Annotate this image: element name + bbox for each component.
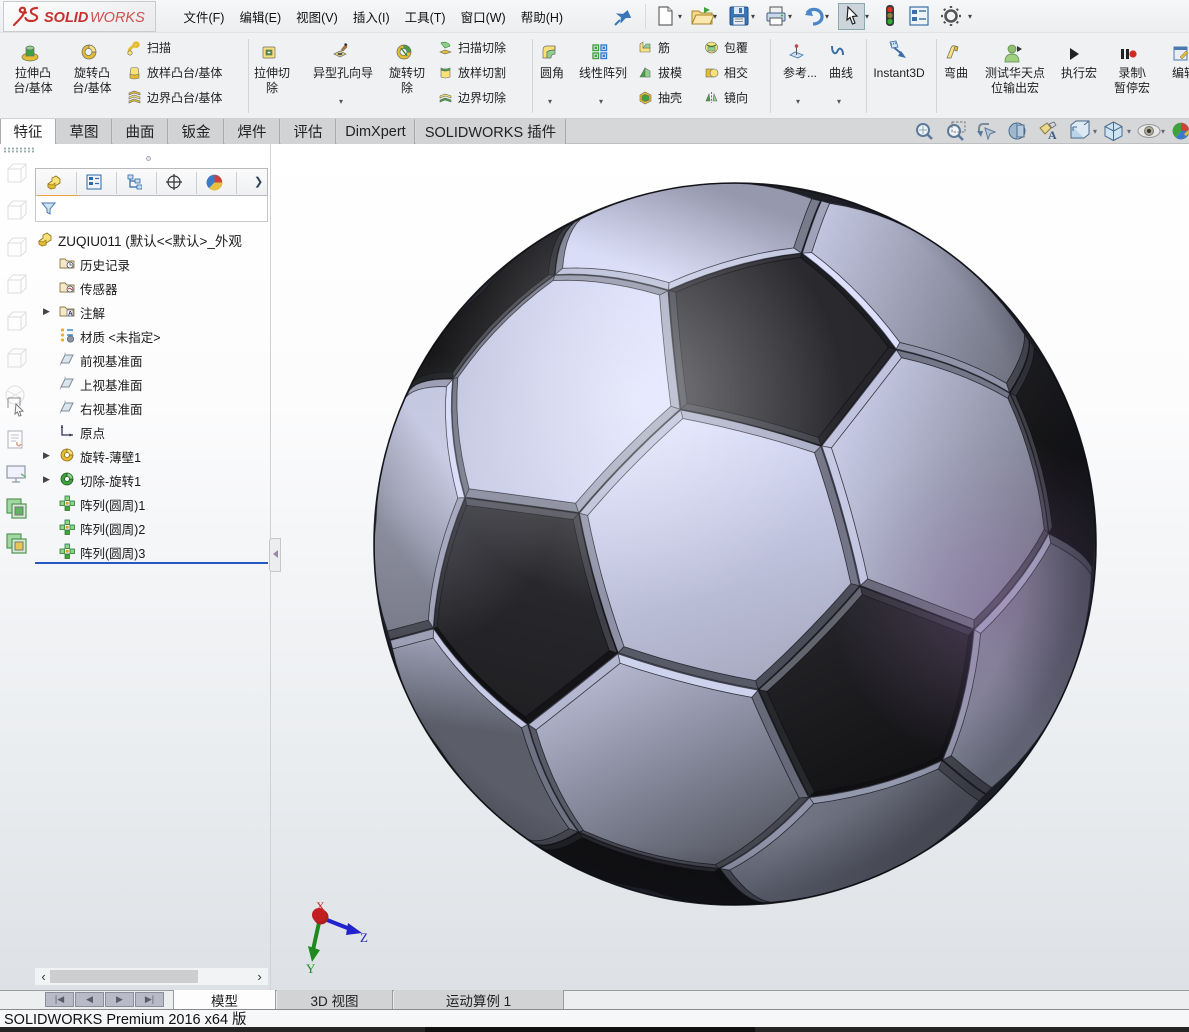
svg-text:A: A bbox=[68, 310, 73, 317]
svg-text:Z: Z bbox=[360, 930, 368, 945]
svg-text:Y: Y bbox=[306, 961, 316, 976]
